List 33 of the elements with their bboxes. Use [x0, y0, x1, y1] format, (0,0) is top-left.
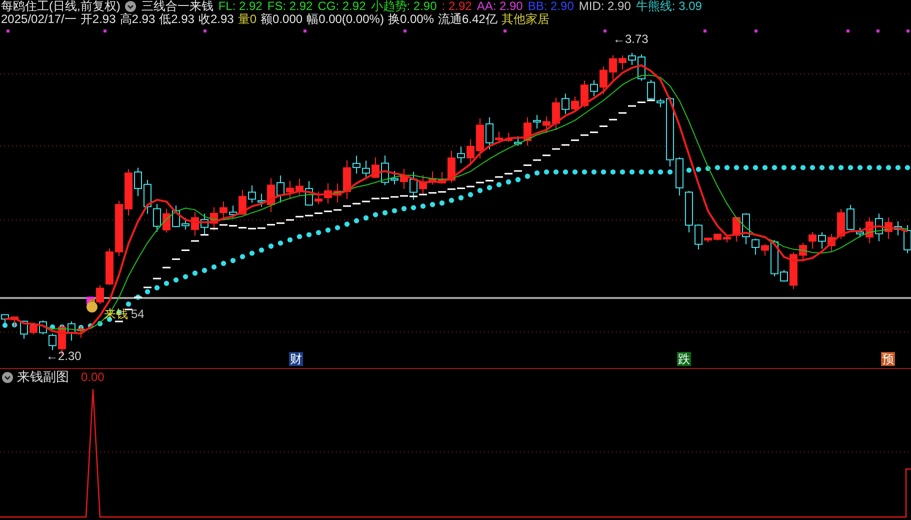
stock-title: 每鸥住工(日线,前复权) — [1, 0, 120, 13]
formula-name: 三线合一来钱 — [141, 0, 214, 13]
quote-field: 低2.93 — [159, 13, 194, 26]
dropdown-icon — [125, 1, 136, 12]
event-marker: 预 — [881, 352, 895, 366]
quote-field: 幅0.00(0.00%) — [306, 13, 384, 26]
indicator-value: CG: 2.92 — [318, 0, 366, 13]
signal-count: 54 — [131, 307, 144, 321]
subchart-value: 0.00 — [81, 370, 104, 384]
dropdown-icon — [2, 372, 13, 382]
indicator-value: AA: 2.90 — [476, 0, 523, 13]
event-marker: 财 — [289, 352, 303, 366]
quote-field: 换0.00% — [388, 13, 434, 26]
indicator-value: 牛熊线: 3.09 — [636, 0, 702, 13]
indicator-value: 小趋势: 2.90 — [370, 0, 437, 13]
indicator-value: : 2.92 — [442, 0, 472, 13]
indicator-value: BB: 2.90 — [528, 0, 574, 13]
low-price-label: ←2.30 — [46, 349, 82, 363]
quote-date: 2025/02/17/一 — [1, 13, 76, 26]
high-price-label: ←3.73 — [613, 32, 648, 46]
subchart-title: 来钱副图 — [17, 368, 69, 386]
quote-field: 高2.93 — [120, 13, 156, 26]
quote-field: 收2.93 — [198, 13, 234, 26]
indicator-value: MID: 2.90 — [578, 0, 631, 13]
quote-field: 流通6.42亿 — [438, 13, 498, 26]
quote-field: 额0.000 — [260, 13, 303, 26]
indicator-value: FL: 2.92 — [218, 0, 262, 13]
quote-field: 开2.93 — [80, 13, 116, 26]
quote-field: 其他家居 — [501, 13, 550, 26]
money-bag-icon — [86, 299, 98, 312]
event-marker: 跌 — [677, 352, 691, 366]
quote-field: 量0 — [238, 13, 257, 26]
indicator-value: FS: 2.92 — [267, 0, 313, 13]
